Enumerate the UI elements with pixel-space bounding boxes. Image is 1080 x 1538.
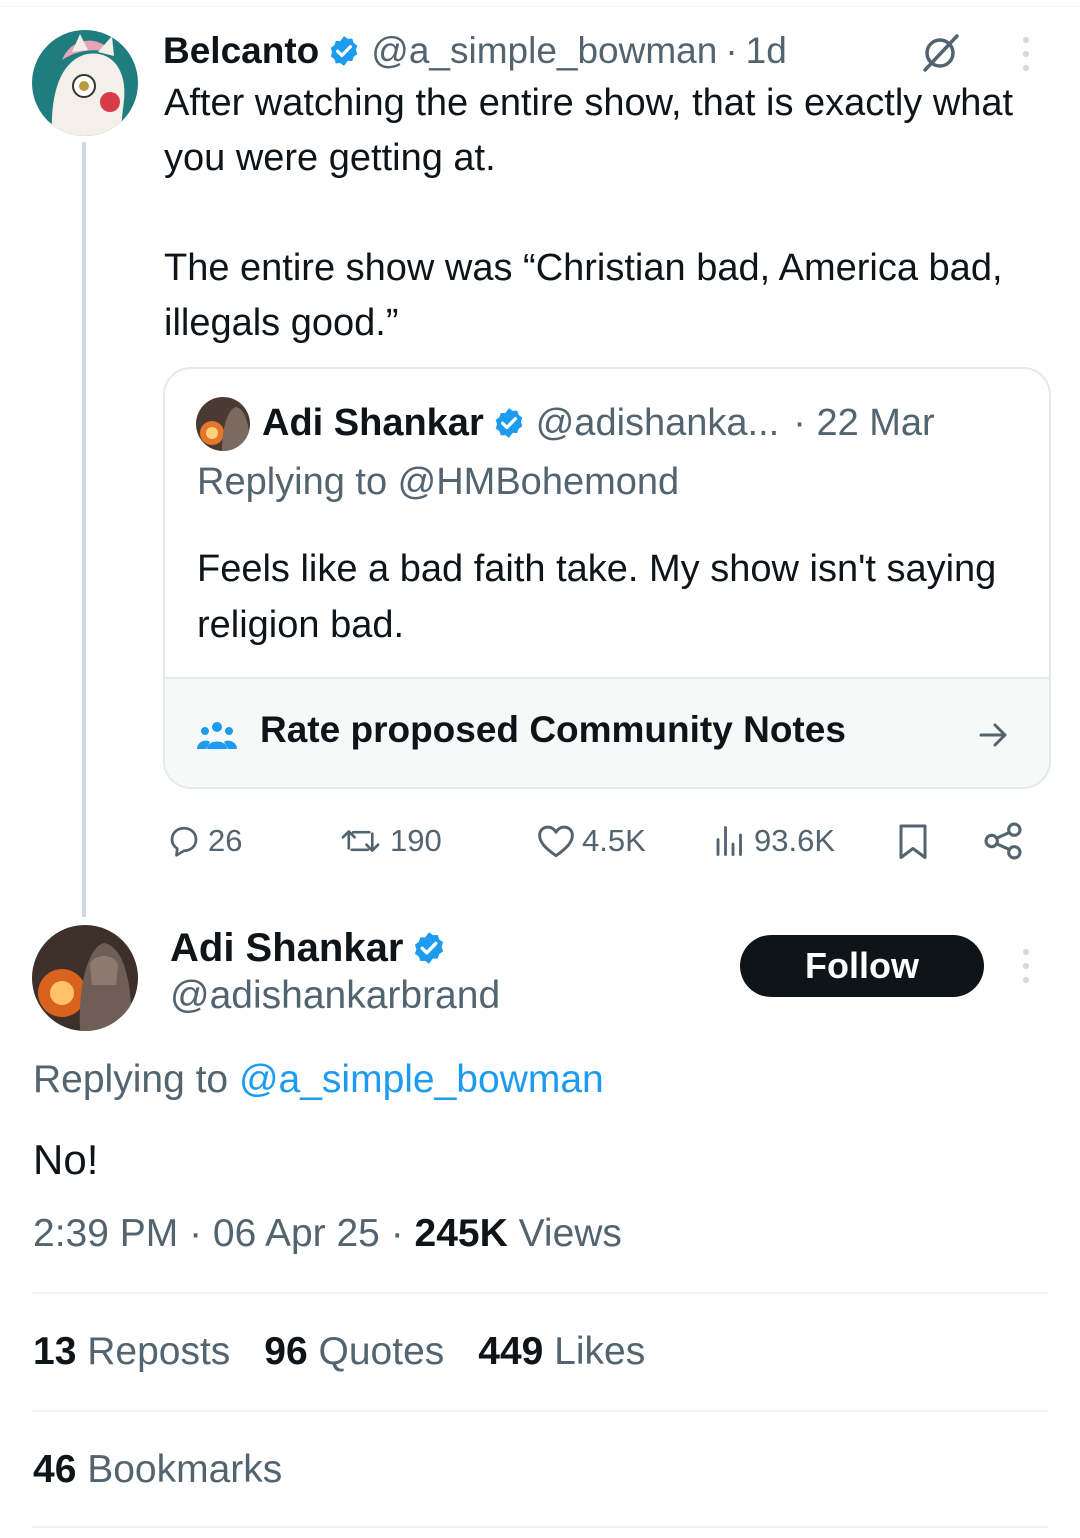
quoted-author-handle: @adishanka... xyxy=(535,401,780,444)
main-tweet-meta: 2:39 PM · 06 Apr 25 · 245K Views xyxy=(33,1212,622,1256)
community-notes-icon xyxy=(197,719,237,753)
thread-line xyxy=(82,142,86,917)
share-action[interactable] xyxy=(982,815,1030,867)
community-notes-bar[interactable]: Rate proposed Community Notes xyxy=(165,677,1049,787)
repost-icon xyxy=(341,830,380,852)
main-replying-to: Replying to @a_simple_bowman xyxy=(33,1058,604,1102)
heart-icon xyxy=(538,825,574,858)
quoted-tweet-text: Feels like a bad faith take. My show isn… xyxy=(197,548,997,646)
bookmark-action[interactable] xyxy=(895,815,937,867)
replying-handle-link[interactable]: @a_simple_bowman xyxy=(239,1058,604,1101)
main-tweet-text: No! xyxy=(33,1136,99,1183)
parent-author-handle[interactable]: @a_simple_bowman xyxy=(371,30,717,72)
quoted-replying-to: Replying to @HMBohemond xyxy=(197,461,680,503)
likes-stat[interactable]: 449 Likes xyxy=(478,1330,645,1374)
like-action[interactable]: 4.5K xyxy=(536,815,646,867)
like-count: 4.5K xyxy=(582,823,646,858)
share-icon xyxy=(984,822,1022,860)
reply-action[interactable]: 26 xyxy=(166,815,242,867)
parent-time[interactable]: 1d xyxy=(746,30,787,72)
quoted-avatar xyxy=(196,397,250,451)
quoted-author-name: Adi Shankar xyxy=(262,401,484,444)
avatar[interactable] xyxy=(32,30,138,136)
divider xyxy=(32,1410,1048,1412)
reposts-stat[interactable]: 13 Reposts xyxy=(33,1330,230,1374)
quoted-tweet-card[interactable]: Adi Shankar @adishanka... · 22 Mar Reply… xyxy=(163,367,1051,789)
quoted-header: Adi Shankar @adishanka... · 22 Mar xyxy=(262,395,1042,451)
bookmarks-stat[interactable]: 46 Bookmarks xyxy=(33,1448,282,1492)
quoted-date: · 22 Mar xyxy=(793,401,935,444)
engagement-stats: 13 Reposts 96 Quotes 449 Likes xyxy=(33,1330,645,1374)
parent-tweet-text: After watching the entire show, that is … xyxy=(164,82,1014,344)
divider xyxy=(32,1292,1048,1294)
reply-icon xyxy=(170,826,198,857)
views-count: 93.6K xyxy=(754,823,836,858)
views-action[interactable]: 93.6K xyxy=(712,815,835,867)
divider xyxy=(32,1526,1048,1528)
verified-badge-icon xyxy=(492,406,526,440)
main-author-handle[interactable]: @adishankarbrand xyxy=(170,974,500,1018)
quotes-stat[interactable]: 96 Quotes xyxy=(264,1330,444,1374)
more-options-icon[interactable] xyxy=(1012,946,1040,986)
more-options-icon[interactable] xyxy=(1012,34,1040,74)
bookmark-icon xyxy=(899,824,927,859)
main-timestamp[interactable]: 2:39 PM · 06 Apr 25 · xyxy=(33,1212,415,1255)
parent-author-name[interactable]: Belcanto xyxy=(163,30,319,72)
follow-button[interactable]: Follow xyxy=(740,935,984,997)
views-count: 245K xyxy=(414,1212,508,1255)
reply-count: 26 xyxy=(208,823,243,858)
views-chart-icon xyxy=(716,826,742,856)
arrow-right-icon xyxy=(975,717,1011,753)
verified-badge-icon xyxy=(411,930,447,966)
separator-dot: · xyxy=(725,30,738,71)
repost-action[interactable]: 190 xyxy=(340,815,442,867)
main-author-name-row: Adi Shankar xyxy=(170,922,457,974)
avatar[interactable] xyxy=(32,925,138,1031)
repost-count: 190 xyxy=(390,823,442,858)
verified-badge-icon xyxy=(327,34,361,68)
views-label: Views xyxy=(507,1212,622,1255)
main-author-name[interactable]: Adi Shankar xyxy=(170,926,403,971)
community-notes-label: Rate proposed Community Notes xyxy=(260,709,846,750)
top-divider xyxy=(0,6,1080,7)
grok-icon[interactable] xyxy=(917,30,963,76)
replying-prefix: Replying to xyxy=(33,1058,239,1101)
